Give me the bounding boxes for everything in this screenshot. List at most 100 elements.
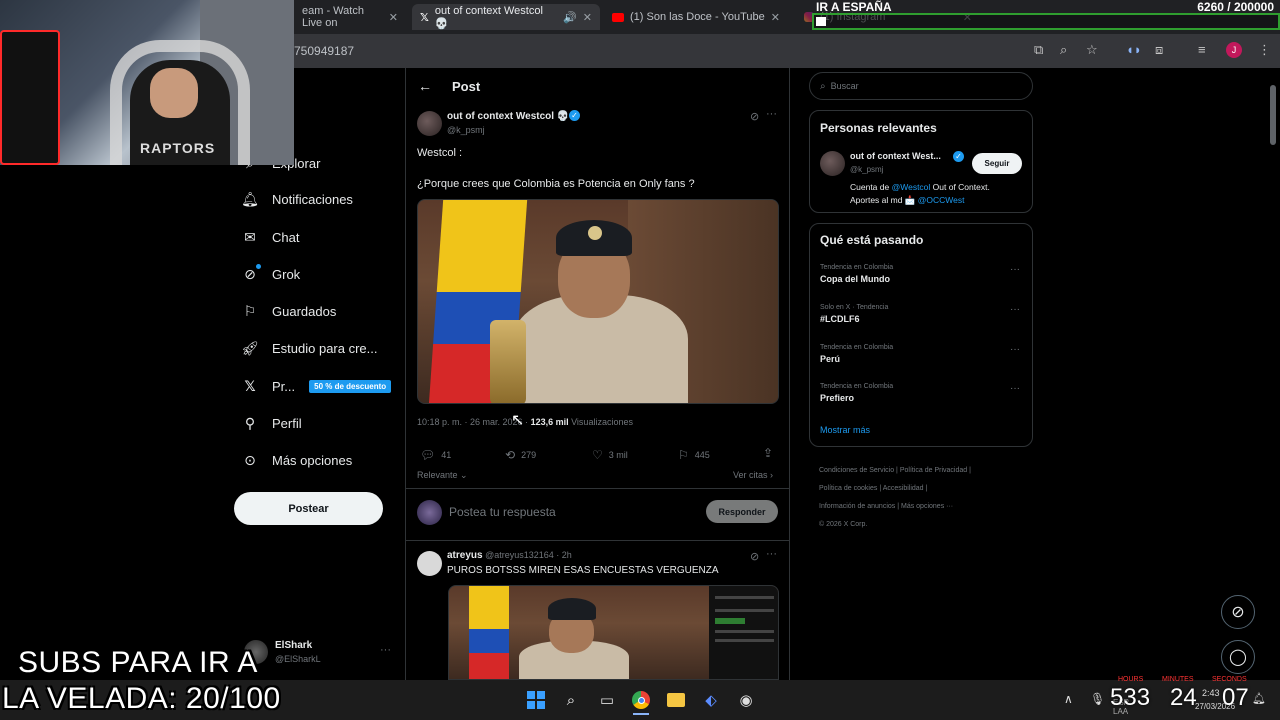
chevron-down-icon: ⌄ (457, 470, 468, 480)
trend-item[interactable]: Tendencia en Colombia Perú ··· (820, 344, 1030, 364)
post-video[interactable] (417, 199, 779, 404)
like-action[interactable]: ♡ 3 mil (592, 448, 628, 462)
phone-screenshot (709, 586, 778, 679)
bio-mention-occwest[interactable]: @OCCWest (918, 195, 965, 205)
author-name[interactable]: out of context Westcol 💀 (447, 111, 569, 122)
relevance-label: Relevante (417, 470, 458, 480)
search-box[interactable]: ⌕ Buscar (809, 72, 1033, 100)
sidebar-item-label: Guardados (272, 303, 337, 319)
sidebar-item-grok[interactable]: ⊘ Grok (242, 261, 300, 287)
app-icon[interactable]: ⬖ (700, 690, 722, 710)
views-label: Visualizaciones (568, 417, 633, 427)
countdown-hours: 533 (1110, 684, 1151, 711)
sidebar-item-profile[interactable]: ⚲ Perfil (242, 410, 302, 436)
reply-input[interactable]: Postea tu respuesta (449, 505, 556, 519)
cap-emblem (588, 226, 602, 240)
trend-item[interactable]: Solo en X · Tendencia #LCDLF6 ··· (820, 304, 1030, 324)
cast-icon[interactable]: ⧉ (1034, 42, 1043, 58)
reply-image[interactable] (448, 585, 779, 680)
sidebar-item-more[interactable]: ⊙ Más opciones (242, 447, 352, 473)
hours-label: HOURS (1118, 676, 1144, 683)
windows-start-icon[interactable] (525, 690, 547, 710)
footer-link[interactable]: Política de Privacidad (900, 467, 967, 474)
post-button[interactable]: Postear (234, 492, 383, 525)
media-control-icon[interactable]: ≡ (1198, 42, 1206, 57)
repost-action[interactable]: ⟲ 279 (505, 448, 536, 462)
follow-button[interactable]: Seguir (972, 153, 1022, 174)
messages-float-button[interactable]: ◯ (1221, 640, 1255, 674)
footer-link[interactable]: Política de cookies (819, 485, 877, 492)
bio-mention-westcol[interactable]: @Westcol (892, 182, 931, 192)
tab-x-post[interactable]: 𝕏 out of context Westcol 💀 🔊 ✕ (412, 4, 600, 30)
more-options-icon[interactable]: ··· (766, 548, 777, 560)
countdown-seconds: 07 (1222, 684, 1249, 711)
relevant-name[interactable]: out of context West... (850, 151, 941, 161)
sidebar-item-bookmarks[interactable]: ⚐ Guardados (242, 298, 337, 324)
more-options-icon[interactable]: ··· (766, 108, 777, 120)
tab-youtube[interactable]: (1) Son las Doce - YouTube ✕ (604, 4, 788, 30)
grok-explain-icon[interactable]: ⊘ (750, 110, 759, 123)
reply-author-avatar[interactable] (417, 551, 442, 576)
obs-icon[interactable]: ◉ (735, 690, 757, 710)
sidebar-item-premium[interactable]: 𝕏 Pr... 50 % de descuento (242, 373, 392, 399)
page-scrollbar[interactable] (1270, 85, 1276, 145)
relevant-avatar[interactable] (820, 151, 845, 176)
footer-link[interactable]: Información de anuncios (819, 503, 895, 510)
footer-link[interactable]: Accesibilidad (883, 485, 924, 492)
goal-count: 6260 / 200000 (1197, 0, 1274, 14)
sidebar-item-notifications[interactable]: 🔔︎ Notificaciones (241, 186, 353, 212)
star-icon[interactable]: ☆ (1086, 42, 1098, 58)
tab-stream[interactable]: eam - Watch Live on ✕ (294, 4, 406, 30)
clock-time[interactable]: 2:43 (1202, 688, 1220, 698)
close-tab-icon[interactable]: ✕ (583, 11, 592, 24)
goal-title: IR A ESPAÑA (816, 0, 892, 14)
footer-link[interactable]: Condiciones de Servicio (819, 467, 894, 474)
notification-icon[interactable]: 🔔︎ (1252, 692, 1266, 705)
bookmark-action[interactable]: ⚐ 445 (678, 448, 710, 462)
menu-kebab-icon[interactable]: ⋮ (1258, 42, 1271, 58)
chrome-icon[interactable] (630, 690, 652, 710)
author-avatar[interactable] (417, 111, 442, 136)
tray-chevron-icon[interactable]: ∧ (1064, 692, 1073, 706)
url-text[interactable]: 750949187 (294, 44, 354, 58)
search-icon[interactable]: ⌕ (560, 690, 582, 710)
reply-action[interactable]: 💬︎ 41 (420, 448, 451, 462)
grok-explain-icon[interactable]: ⊘ (750, 550, 759, 563)
trend-more-icon[interactable]: ··· (1010, 344, 1020, 355)
relevance-dropdown[interactable]: Relevante ⌄ (417, 470, 468, 481)
speaker-icon[interactable]: 🔊 (563, 11, 577, 24)
reply-button[interactable]: Responder (706, 500, 778, 523)
task-view-icon[interactable]: ▭ (596, 690, 618, 710)
reply-author-name[interactable]: atreyus (447, 550, 483, 561)
trend-name: #LCDLF6 (820, 314, 860, 324)
close-tab-icon[interactable]: ✕ (771, 11, 780, 24)
sidebar-item-chat[interactable]: ✉ Chat (242, 224, 299, 250)
trend-more-icon[interactable]: ··· (1010, 304, 1020, 315)
sidebar-item-creator-studio[interactable]: 🚀︎ Estudio para cre... (241, 335, 377, 361)
share-icon[interactable]: ⇪ (763, 446, 773, 460)
extension-voice-icon[interactable]: ◖◗ (1126, 42, 1142, 57)
microphone-icon[interactable]: 🎙︎ (1090, 692, 1105, 706)
profile-avatar[interactable]: J (1226, 42, 1242, 58)
trends-title: Qué está pasando (820, 233, 924, 247)
puzzle-icon[interactable]: ⧈ (1155, 42, 1163, 58)
rocket-icon: 🚀︎ (241, 339, 259, 356)
account-menu-icon[interactable]: ··· (380, 644, 391, 656)
trend-more-icon[interactable]: ··· (1010, 264, 1020, 275)
reply-time: · 2h (556, 550, 572, 560)
back-arrow-icon[interactable]: ← (418, 78, 432, 94)
file-explorer-icon[interactable] (665, 690, 687, 710)
grok-float-button[interactable]: ⊘ (1221, 595, 1255, 629)
sidebar-item-label: Perfil (272, 415, 302, 431)
trend-more-icon[interactable]: ··· (1010, 383, 1020, 394)
close-tab-icon[interactable]: ✕ (389, 11, 398, 24)
bio-prefix: Cuenta de (850, 182, 892, 192)
footer-link[interactable]: Más opciones ··· (901, 503, 953, 510)
zoom-icon[interactable]: ⌕ (1060, 42, 1067, 58)
search-input[interactable]: Buscar (831, 81, 859, 91)
trend-item[interactable]: Tendencia en Colombia Prefiero ··· (820, 383, 1030, 403)
footer-separator: | (967, 467, 971, 474)
quotes-link[interactable]: Ver citas › (733, 470, 773, 480)
trend-item[interactable]: Tendencia en Colombia Copa del Mundo ··· (820, 264, 1030, 284)
show-more-link[interactable]: Mostrar más (820, 425, 870, 435)
